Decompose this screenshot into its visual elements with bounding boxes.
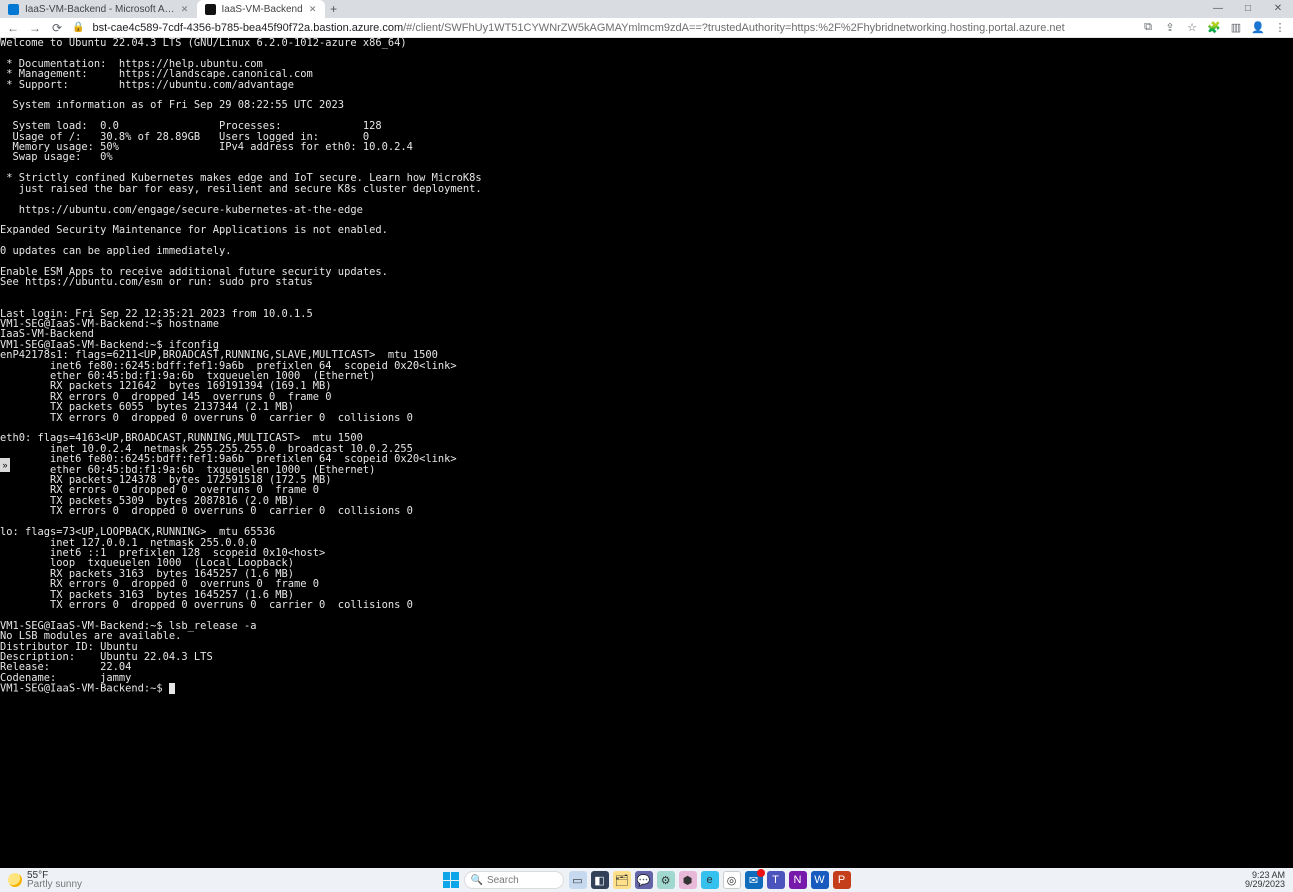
address-bar[interactable]: bst-cae4c589-7cdf-4356-b785-bea45f90f72a… [92,22,1133,34]
taskbar-outlook-icon[interactable]: ✉ [745,871,763,889]
windows-taskbar: 55°F Partly sunny 🔍 Search ▭◧🗂💬⚙⬢e◎✉TNWP… [0,868,1293,892]
taskbar-center: 🔍 Search ▭◧🗂💬⚙⬢e◎✉TNWP [443,871,851,889]
taskbar-file-explorer-icon[interactable]: 🗂 [613,871,631,889]
reload-button[interactable]: ⟳ [50,21,64,35]
forward-button[interactable]: → [28,21,42,35]
terminal-favicon-icon [205,4,216,15]
taskbar-edge-icon[interactable]: e [701,871,719,889]
taskbar-chrome-icon[interactable]: ◎ [723,871,741,889]
bastion-expand-handle-icon[interactable]: » [0,458,10,472]
tab-title: IaaS-VM-Backend - Microsoft A… [25,4,175,15]
weather-widget[interactable]: 55°F Partly sunny [0,871,90,889]
search-placeholder: Search [487,875,519,886]
start-button[interactable] [443,872,459,888]
browser-tabstrip: IaaS-VM-Backend - Microsoft A…✕IaaS-VM-B… [0,0,1293,18]
taskbar-powerpoint-icon[interactable]: P [833,871,851,889]
taskbar-search[interactable]: 🔍 Search [464,871,564,889]
back-button[interactable]: ← [6,21,20,35]
weather-desc: Partly sunny [27,880,82,889]
taskbar-onenote-icon[interactable]: N [789,871,807,889]
terminal-cursor [169,683,175,694]
taskbar-word-icon[interactable]: W [811,871,829,889]
azure-favicon-icon [8,4,19,15]
minimize-button[interactable]: — [1203,0,1233,18]
new-tab-button[interactable]: + [325,2,343,16]
system-tray[interactable]: 9:23 AM 9/29/2023 [1245,871,1293,889]
terminal-viewport[interactable]: Welcome to Ubuntu 22.04.3 LTS (GNU/Linux… [0,38,1293,868]
maximize-button[interactable]: □ [1233,0,1263,18]
taskbar-store-icon[interactable]: ⬢ [679,871,697,889]
url-path: /#/client/SWFhUy1WT51CYWNrZW5kAGMAYmlmcm… [403,22,1065,34]
tab-close-button[interactable]: ✕ [309,5,317,13]
search-icon: 🔍 [471,875,483,886]
extensions-icon[interactable]: 🧩 [1207,21,1221,35]
kebab-menu-icon[interactable]: ⋮ [1273,21,1287,35]
share-icon[interactable]: ⇪ [1163,21,1177,35]
taskbar-teams-icon[interactable]: T [767,871,785,889]
tab-close-button[interactable]: ✕ [181,5,189,13]
taskbar-task-view-icon[interactable]: ▭ [569,871,587,889]
profile-avatar-icon[interactable]: 👤 [1251,21,1265,35]
browser-toolbar: ← → ⟳ 🔒 bst-cae4c589-7cdf-4356-b785-bea4… [0,18,1293,38]
clock-date: 9/29/2023 [1245,880,1285,889]
browser-tab-0[interactable]: IaaS-VM-Backend - Microsoft A… ✕ [0,0,197,18]
tab-title: IaaS-VM-Backend [222,4,303,15]
browser-tab-1[interactable]: IaaS-VM-Backend ✕ [197,0,325,18]
taskbar-clock[interactable]: 9:23 AM 9/29/2023 [1245,871,1285,889]
url-host: bst-cae4c589-7cdf-4356-b785-bea45f90f72a… [92,22,403,34]
taskbar-copilot-icon[interactable]: ◧ [591,871,609,889]
taskbar-settings-icon[interactable]: ⚙ [657,871,675,889]
notification-badge [757,869,765,877]
bookmark-star-icon[interactable]: ☆ [1185,21,1199,35]
lock-icon: 🔒 [72,22,84,33]
weather-icon [8,873,22,887]
install-app-icon[interactable]: ⧉ [1141,21,1155,35]
terminal-output: Welcome to Ubuntu 22.04.3 LTS (GNU/Linux… [0,38,1293,694]
taskbar-chat-icon[interactable]: 💬 [635,871,653,889]
close-window-button[interactable]: ✕ [1263,0,1293,18]
side-panel-icon[interactable]: ▥ [1229,21,1243,35]
window-controls: — □ ✕ [1203,0,1293,18]
